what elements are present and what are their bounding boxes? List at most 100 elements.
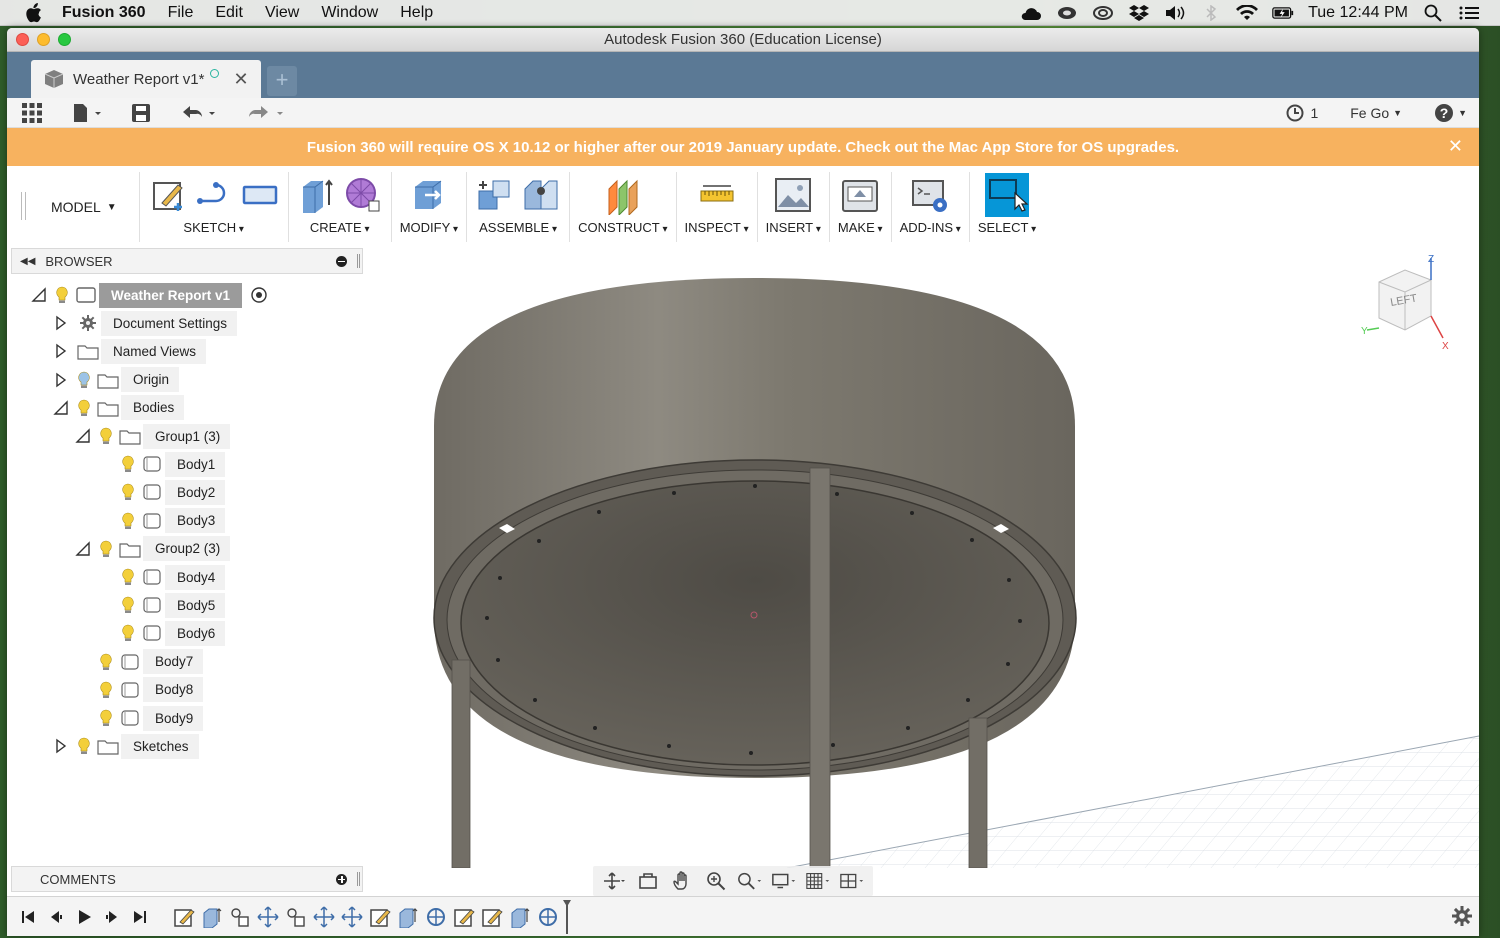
- 3d-viewport[interactable]: LEFT Z X Y: [367, 248, 1479, 868]
- timeline-move-icon[interactable]: [257, 905, 279, 928]
- comments-panel[interactable]: COMMENTS: [11, 866, 363, 892]
- pan-hand-icon[interactable]: [669, 870, 695, 892]
- panel-pin-icon[interactable]: [357, 872, 360, 886]
- rectangle-tool-icon[interactable]: [240, 175, 280, 215]
- dropbox-icon[interactable]: [1128, 4, 1150, 22]
- browser-node[interactable]: Body6: [97, 620, 226, 646]
- select-group[interactable]: SELECT: [970, 172, 1044, 242]
- file-menu-icon[interactable]: [71, 103, 103, 123]
- visibility-bulb-icon[interactable]: [99, 681, 113, 699]
- scripts-addins-icon[interactable]: [910, 175, 950, 215]
- help-menu-button[interactable]: ? ▼: [1434, 103, 1467, 123]
- save-icon[interactable]: [131, 103, 151, 123]
- timeline-form-icon[interactable]: [425, 906, 447, 928]
- assemble-group[interactable]: ASSEMBLE: [467, 172, 571, 242]
- timeline-sketch-icon[interactable]: [453, 906, 475, 928]
- activate-component-radio-icon[interactable]: [250, 286, 268, 304]
- modify-group[interactable]: MODIFY: [392, 172, 468, 242]
- menu-app-name[interactable]: Fusion 360: [62, 4, 146, 22]
- redo-icon[interactable]: [247, 103, 287, 123]
- browser-node[interactable]: Body1: [97, 451, 226, 477]
- browser-node[interactable]: Body5: [97, 592, 226, 618]
- volume-icon[interactable]: [1164, 4, 1186, 22]
- data-panel-grid-icon[interactable]: [21, 102, 43, 124]
- menu-help[interactable]: Help: [400, 4, 433, 22]
- expand-arrow-icon[interactable]: [53, 343, 69, 359]
- battery-icon[interactable]: [1272, 4, 1294, 22]
- browser-header[interactable]: ◀◀ BROWSER: [11, 248, 363, 274]
- expand-arrow-icon[interactable]: [53, 738, 69, 754]
- visibility-bulb-icon[interactable]: [55, 286, 69, 304]
- spotlight-search-icon[interactable]: [1422, 4, 1444, 22]
- undo-icon[interactable]: [179, 103, 219, 123]
- collapse-arrow-icon[interactable]: [53, 400, 69, 416]
- visibility-bulb-icon[interactable]: [121, 512, 135, 530]
- creative-cloud-icon[interactable]: [1092, 4, 1114, 22]
- form-mesh-icon[interactable]: [343, 175, 383, 215]
- expand-comments-icon[interactable]: [336, 873, 347, 885]
- wifi-icon[interactable]: [1236, 4, 1259, 22]
- browser-node[interactable]: Group1 (3): [75, 423, 231, 449]
- workspace-selector[interactable]: MODEL ▼: [11, 172, 140, 242]
- close-tab-icon[interactable]: ✕: [233, 69, 248, 90]
- browser-node[interactable]: Group2 (3): [75, 536, 231, 562]
- timeline-form-icon[interactable]: [537, 906, 559, 928]
- window-titlebar[interactable]: Autodesk Fusion 360 (Education License): [7, 28, 1479, 52]
- create-sketch-icon[interactable]: [148, 175, 188, 215]
- menu-view[interactable]: View: [265, 4, 299, 22]
- timeline-move-icon[interactable]: [313, 905, 335, 928]
- view-cube[interactable]: LEFT Z X Y: [1359, 254, 1459, 354]
- browser-root-node[interactable]: Weather Report v1: [31, 282, 268, 308]
- timeline-move-icon[interactable]: [341, 905, 363, 928]
- collapse-panel-icon[interactable]: ◀◀: [20, 256, 35, 267]
- sync-icon[interactable]: [1056, 4, 1078, 22]
- visibility-bulb-icon[interactable]: [99, 653, 113, 671]
- menu-file[interactable]: File: [168, 4, 194, 22]
- collapse-arrow-icon[interactable]: [31, 287, 47, 303]
- browser-node[interactable]: Document Settings: [53, 310, 238, 336]
- go-to-start-icon[interactable]: [17, 906, 39, 928]
- step-back-icon[interactable]: [45, 906, 67, 928]
- model-canvas[interactable]: [367, 248, 1479, 868]
- collapse-arrow-icon[interactable]: [75, 428, 91, 444]
- menubar-clock[interactable]: Tue 12:44 PM: [1308, 4, 1408, 22]
- press-pull-icon[interactable]: [409, 175, 449, 215]
- cloud-icon[interactable]: [1020, 4, 1042, 22]
- visibility-bulb-icon[interactable]: [121, 624, 135, 642]
- visibility-bulb-icon[interactable]: [121, 455, 135, 473]
- timeline-sketch-icon[interactable]: [173, 906, 195, 928]
- browser-node[interactable]: Sketches: [53, 733, 199, 759]
- visibility-bulb-icon[interactable]: [77, 371, 91, 389]
- collapse-arrow-icon[interactable]: [75, 541, 91, 557]
- job-status-button[interactable]: 1: [1286, 104, 1318, 122]
- visibility-bulb-icon[interactable]: [99, 427, 113, 445]
- timeline-extrude-icon[interactable]: [397, 906, 419, 928]
- browser-node[interactable]: Body8: [75, 677, 204, 703]
- visibility-bulb-icon[interactable]: [99, 709, 113, 727]
- notification-center-icon[interactable]: [1458, 4, 1480, 22]
- browser-node[interactable]: Origin: [53, 367, 180, 393]
- construct-group[interactable]: CONSTRUCT: [570, 172, 677, 242]
- insert-group[interactable]: INSERT: [758, 172, 830, 242]
- zoom-icon[interactable]: [703, 870, 729, 892]
- visibility-bulb-icon[interactable]: [121, 568, 135, 586]
- browser-node[interactable]: Body3: [97, 508, 226, 534]
- timeline-sketch-icon[interactable]: [481, 906, 503, 928]
- browser-node[interactable]: Body2: [97, 479, 226, 505]
- close-banner-icon[interactable]: ✕: [1448, 136, 1463, 157]
- display-settings-icon[interactable]: [771, 870, 797, 892]
- browser-node[interactable]: Body9: [75, 705, 204, 731]
- apple-icon[interactable]: [22, 2, 44, 23]
- browser-node[interactable]: Bodies: [53, 395, 185, 421]
- user-account-menu[interactable]: Fe Go ▼: [1350, 105, 1402, 121]
- bluetooth-icon[interactable]: [1200, 4, 1222, 22]
- create-group[interactable]: CREATE: [289, 172, 392, 242]
- select-cursor-icon[interactable]: [985, 173, 1030, 217]
- play-icon[interactable]: [73, 906, 95, 928]
- step-forward-icon[interactable]: [101, 906, 123, 928]
- joint-icon[interactable]: [521, 175, 561, 215]
- new-component-icon[interactable]: [475, 175, 515, 215]
- timeline-marker-icon[interactable]: [563, 899, 571, 934]
- make-group[interactable]: MAKE: [830, 172, 892, 242]
- expand-arrow-icon[interactable]: [53, 372, 69, 388]
